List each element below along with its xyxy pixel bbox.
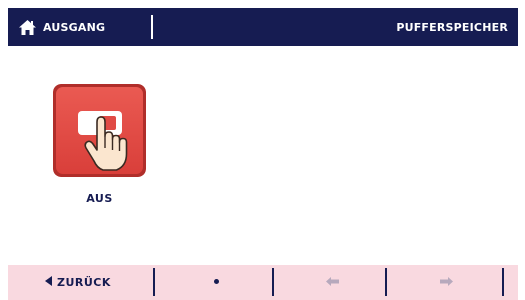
home-label: AUSGANG: [43, 20, 106, 34]
dot-icon: [214, 279, 219, 284]
footer-bar: ZURÜCK: [8, 265, 518, 300]
prev-page-button[interactable]: [326, 277, 339, 286]
triangle-left-icon: [45, 276, 52, 289]
footer-divider: [153, 268, 155, 296]
back-label: ZURÜCK: [57, 276, 111, 289]
output-toggle-tile[interactable]: [53, 84, 146, 177]
next-page-button[interactable]: [440, 277, 453, 286]
hand-press-switch-icon: [53, 84, 146, 177]
home-button[interactable]: AUSGANG: [8, 8, 158, 46]
footer-divider: [272, 268, 274, 296]
header-bar: AUSGANG PUFFERSPEICHER: [8, 8, 518, 46]
back-button[interactable]: ZURÜCK: [8, 265, 153, 300]
arrow-right-icon: [440, 277, 453, 286]
home-icon: [19, 19, 36, 35]
page-title: PUFFERSPEICHER: [396, 20, 508, 34]
footer-divider: [502, 268, 504, 296]
footer-divider: [385, 268, 387, 296]
header-divider: [151, 15, 153, 39]
tile-label: AUS: [86, 192, 113, 205]
arrow-left-icon: [326, 277, 339, 286]
